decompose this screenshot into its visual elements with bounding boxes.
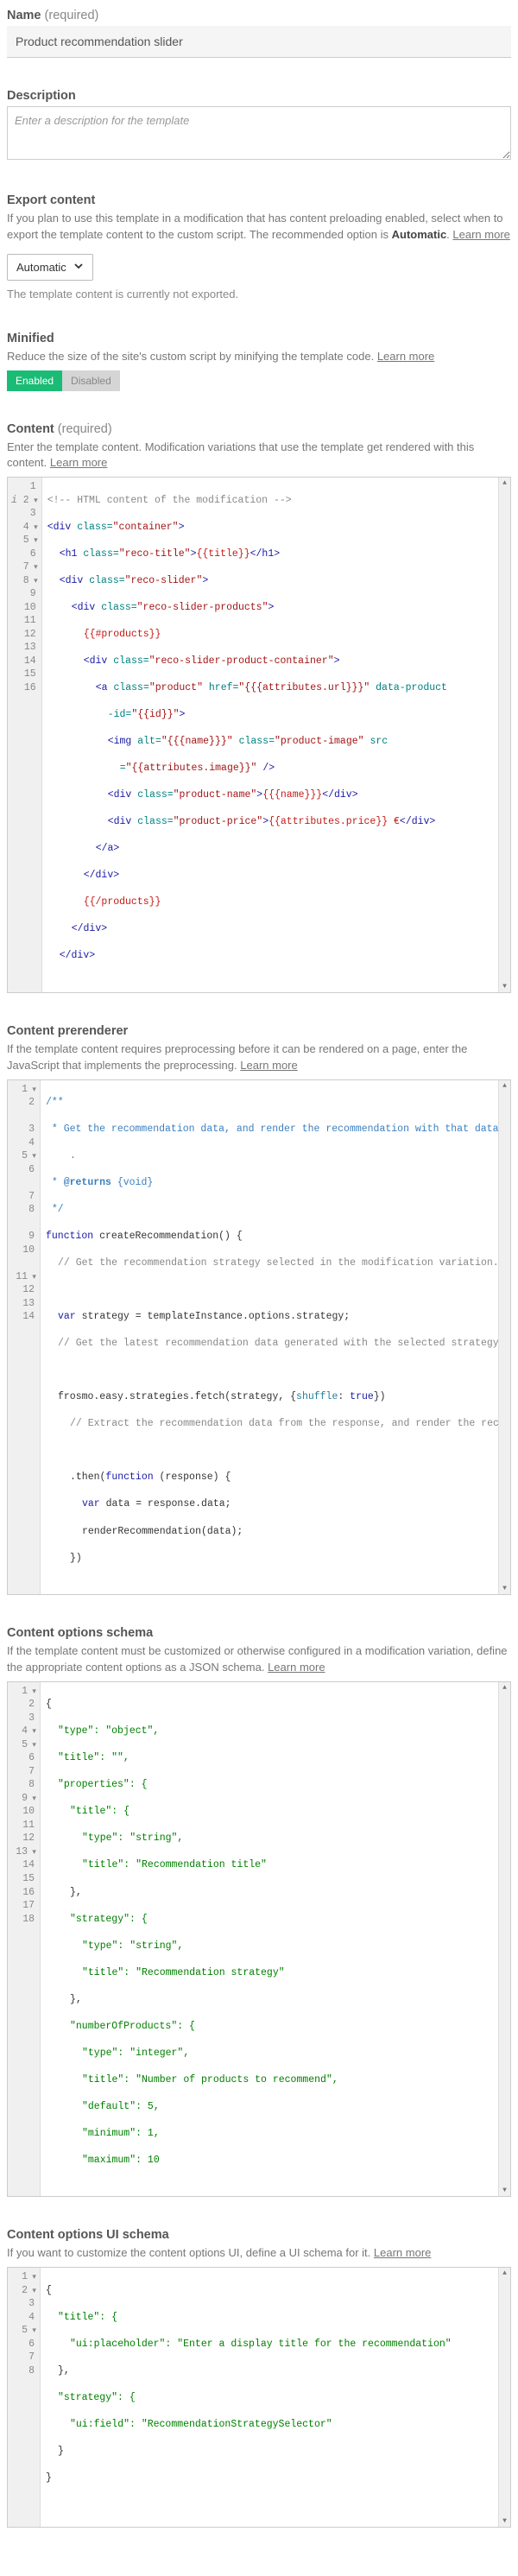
export-label: Export content: [7, 193, 511, 207]
scrollbar[interactable]: ▲▼: [498, 2268, 510, 2527]
description-label: Description: [7, 89, 511, 103]
prerenderer-label: Content prerenderer: [7, 1024, 511, 1038]
minified-enabled-button[interactable]: Enabled: [7, 370, 62, 391]
scrollbar[interactable]: ▲▼: [498, 1080, 510, 1595]
content-editor[interactable]: 1i 2 ▾ 3 4 ▾ 5 ▾ 6 7 ▾ 8 ▾ 9 10 11 12 13…: [7, 477, 511, 993]
editor-gutter: 1 ▾ 2 ▾ 3 4 5 ▾ 6 7 8: [8, 2268, 41, 2527]
minified-learn-more-link[interactable]: Learn more: [377, 350, 434, 363]
content-help: Enter the template content. Modification…: [7, 440, 511, 472]
ui-schema-editor[interactable]: 1 ▾ 2 ▾ 3 4 5 ▾ 6 7 8 { "title": { "ui:p…: [7, 2267, 511, 2528]
schema-help: If the template content must be customiz…: [7, 1643, 511, 1676]
chevron-down-icon: [73, 261, 84, 274]
scrollbar[interactable]: ▲▼: [498, 478, 510, 992]
editor-code[interactable]: <!-- HTML content of the modification --…: [42, 478, 498, 992]
name-section: Name (required): [7, 9, 511, 58]
content-label: Content (required): [7, 422, 511, 436]
content-learn-more-link[interactable]: Learn more: [50, 456, 107, 469]
editor-gutter: 1i 2 ▾ 3 4 ▾ 5 ▾ 6 7 ▾ 8 ▾ 9 10 11 12 13…: [8, 478, 42, 992]
ui-schema-learn-more-link[interactable]: Learn more: [374, 2246, 431, 2259]
schema-editor[interactable]: 1 ▾ 2 3 4 ▾ 5 ▾ 6 7 8 9 ▾10111213 ▾14151…: [7, 1681, 511, 2198]
prerenderer-editor[interactable]: 1 ▾ 2 3 4 5 ▾ 6 7 8 910 11 ▾121314 /** *…: [7, 1079, 511, 1596]
export-status-note: The template content is currently not ex…: [7, 288, 511, 301]
export-learn-more-link[interactable]: Learn more: [452, 228, 509, 241]
export-section: Export content If you plan to use this t…: [7, 193, 511, 301]
editor-code[interactable]: /** * Get the recommendation data, and r…: [41, 1080, 498, 1595]
export-select[interactable]: Automatic: [7, 254, 93, 281]
minified-toggle: Enabled Disabled: [7, 370, 120, 391]
minified-help: Reduce the size of the site's custom scr…: [7, 349, 511, 365]
name-input[interactable]: [7, 26, 511, 58]
ui-schema-section: Content options UI schema If you want to…: [7, 2228, 511, 2528]
content-section: Content (required) Enter the template co…: [7, 422, 511, 993]
ui-schema-help: If you want to customize the content opt…: [7, 2245, 511, 2262]
prerenderer-help: If the template content requires preproc…: [7, 1041, 511, 1074]
editor-gutter: 1 ▾ 2 3 4 5 ▾ 6 7 8 910 11 ▾121314: [8, 1080, 41, 1595]
scrollbar[interactable]: ▲▼: [498, 1682, 510, 2197]
description-textarea[interactable]: [7, 106, 511, 160]
schema-learn-more-link[interactable]: Learn more: [268, 1661, 325, 1674]
minified-section: Minified Reduce the size of the site's c…: [7, 332, 511, 391]
name-label: Name (required): [7, 9, 511, 22]
prerenderer-section: Content prerenderer If the template cont…: [7, 1024, 511, 1595]
description-section: Description: [7, 89, 511, 162]
prerenderer-learn-more-link[interactable]: Learn more: [240, 1059, 297, 1072]
editor-code[interactable]: { "type": "object", "title": "", "proper…: [41, 1682, 498, 2197]
editor-code[interactable]: { "title": { "ui:placeholder": "Enter a …: [41, 2268, 498, 2527]
minified-disabled-button[interactable]: Disabled: [62, 370, 120, 391]
export-help: If you plan to use this template in a mo…: [7, 211, 511, 244]
ui-schema-label: Content options UI schema: [7, 2228, 511, 2242]
schema-section: Content options schema If the template c…: [7, 1626, 511, 2197]
schema-label: Content options schema: [7, 1626, 511, 1640]
editor-gutter: 1 ▾ 2 3 4 ▾ 5 ▾ 6 7 8 9 ▾10111213 ▾14151…: [8, 1682, 41, 2197]
minified-label: Minified: [7, 332, 511, 345]
